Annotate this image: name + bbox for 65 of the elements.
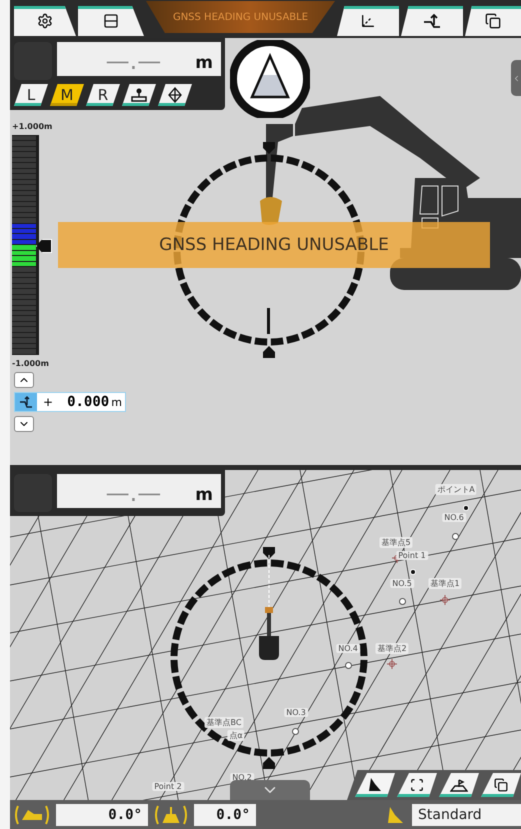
bucket-tool-button[interactable] (355, 773, 395, 797)
profile-field[interactable]: Standard (412, 804, 521, 826)
bucket-profile-icon (386, 804, 406, 824)
bucket-icon (154, 804, 188, 826)
point-label: ポイントA (435, 484, 477, 495)
mode-tab[interactable]: M (50, 84, 84, 106)
point-label: 基準点BC (204, 717, 244, 728)
scale-max-label: +1.000m (12, 122, 54, 131)
view-tab[interactable] (158, 84, 192, 106)
target-flag-button[interactable] (439, 773, 479, 797)
mode-tab[interactable]: L (14, 84, 48, 106)
layout-button[interactable] (78, 6, 144, 36)
point-label: NO.4 (336, 644, 360, 653)
split-view-icon (103, 13, 119, 29)
side-panel-tab[interactable] (511, 60, 521, 96)
status-title: GNSS HEADING UNUSABLE (146, 1, 335, 33)
point-label: 基準点5 (379, 537, 413, 548)
center-tick-icon (267, 308, 271, 334)
windows-button[interactable] (465, 6, 521, 36)
distance-readout: —.— m (57, 42, 221, 76)
view-tab[interactable] (122, 84, 156, 106)
flag-icon (450, 778, 468, 792)
warning-banner: GNSS HEADING UNUSABLE (58, 222, 490, 268)
point-label: Point 2 (152, 782, 184, 791)
crosshair-marker-icon[interactable] (387, 659, 397, 669)
lower-button[interactable] (14, 416, 34, 432)
point-label: Point 1 (396, 551, 428, 560)
point-marker[interactable] (345, 662, 352, 669)
raise-button[interactable] (14, 372, 34, 388)
step-arrow-icon (423, 13, 441, 29)
axis-button[interactable] (337, 6, 399, 36)
bucket-angle-value: 0.0° (194, 804, 256, 826)
point-label: 点α (227, 730, 245, 741)
elevation-button[interactable] (401, 6, 463, 36)
point-marker[interactable] (399, 598, 406, 605)
settings-icon (37, 13, 53, 29)
distance-readout: —.— m (57, 474, 221, 508)
mode-tab[interactable]: R (86, 84, 120, 106)
point-label: NO.5 (390, 579, 414, 588)
cube-icon (167, 87, 183, 103)
windows-icon (494, 778, 508, 792)
focus-button[interactable] (397, 773, 437, 797)
joystick-icon (130, 88, 148, 102)
step-arrow-icon (19, 395, 33, 409)
body-angle-value: 0.0° (56, 804, 148, 826)
point-marker[interactable] (452, 533, 459, 540)
offset-field[interactable]: + 0.000 m (14, 392, 126, 412)
point-label: NO.3 (284, 708, 308, 717)
point-label: 基準点1 (428, 578, 462, 589)
offset-button[interactable] (15, 393, 37, 411)
windows-button[interactable] (481, 773, 521, 797)
excavator-top-icon (259, 554, 279, 660)
point-marker[interactable] (292, 728, 299, 735)
scan-frame-icon (410, 778, 424, 792)
scale-min-label: -1.000m (12, 359, 50, 368)
collapse-button[interactable] (230, 780, 310, 800)
compass-icon (230, 40, 310, 118)
settings-button[interactable] (14, 6, 76, 36)
axis-icon (360, 13, 376, 29)
point-label: NO.6 (442, 513, 466, 522)
crosshair-marker-icon[interactable] (440, 595, 450, 605)
excavator-body-icon (14, 804, 50, 826)
windows-icon (485, 13, 501, 29)
point-label: 基準点2 (375, 643, 409, 654)
bucket-icon (367, 777, 383, 793)
